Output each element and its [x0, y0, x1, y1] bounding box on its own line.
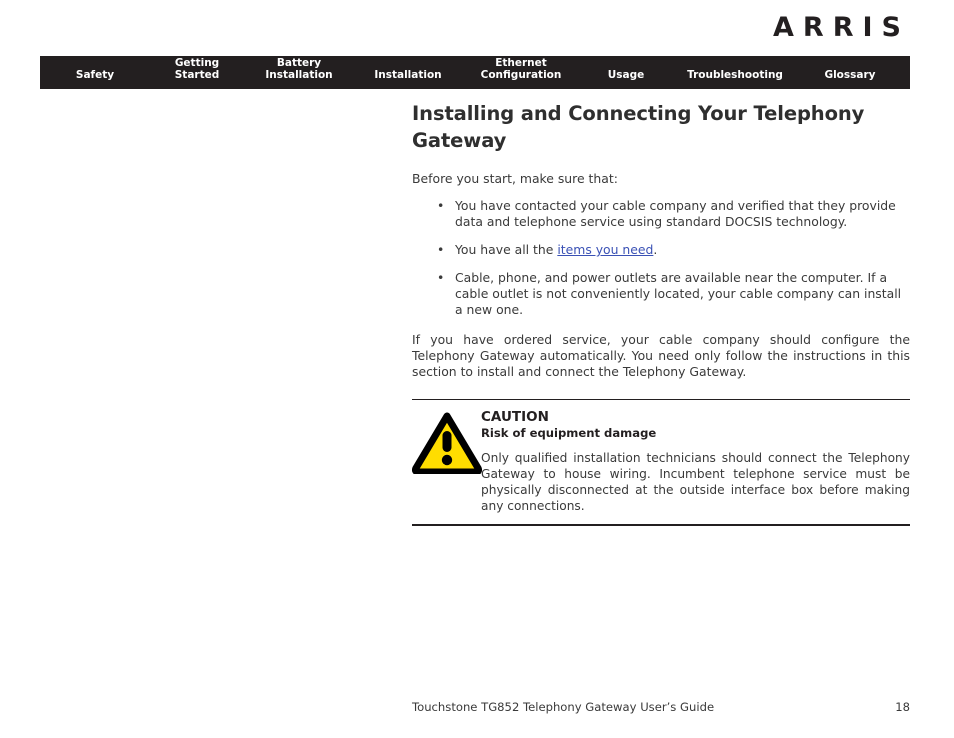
footer-document-title: Touchstone TG852 Telephony Gateway User’… [412, 700, 715, 714]
page-footer: Touchstone TG852 Telephony Gateway User’… [412, 700, 910, 714]
main-content: Installing and Connecting Your Telephony… [411, 100, 910, 526]
items-you-need-link[interactable]: items you need [557, 242, 653, 257]
caution-text: Only qualified installation technicians … [481, 451, 910, 513]
nav-item-installation[interactable]: Installation [354, 69, 462, 90]
list-item-text-after: . [653, 242, 658, 257]
list-item: • You have all the items you need. [412, 242, 910, 258]
nav-item-troubleshooting[interactable]: Troubleshooting [672, 69, 798, 90]
body-paragraph: If you have ordered service, your cable … [412, 332, 910, 379]
nav-item-safety[interactable]: Safety [40, 69, 150, 90]
bullet-glyph: • [437, 242, 445, 257]
page-header: ARRIS [0, 0, 954, 52]
nav-item-getting-started[interactable]: Getting Started [150, 57, 244, 89]
intro-text: Before you start, make sure that: [412, 171, 618, 186]
list-item: • Cable, phone, and power outlets are av… [412, 270, 910, 318]
bullet-glyph: • [437, 270, 445, 285]
warning-triangle-icon [411, 412, 483, 476]
chapter-navigation-bar: Safety Getting Started Battery Installat… [40, 56, 910, 89]
list-item-text: Cable, phone, and power outlets are avai… [455, 270, 902, 317]
list-item-text-before: You have all the [455, 242, 558, 257]
caution-subtitle: Risk of equipment damage [481, 426, 657, 440]
nav-item-battery-installation[interactable]: Battery Installation [244, 57, 354, 89]
caution-title: CAUTION [481, 409, 549, 425]
nav-item-ethernet-configuration[interactable]: Ethernet Configuration [462, 57, 580, 89]
list-item: • You have contacted your cable company … [412, 198, 910, 230]
footer-page-number: 18 [895, 700, 910, 714]
page-title: Installing and Connecting Your Telephony… [412, 102, 865, 152]
caution-block: CAUTION Risk of equipment damage Only qu… [411, 399, 910, 526]
arris-logo: ARRIS [773, 12, 910, 43]
caution-body: CAUTION Risk of equipment damage Only qu… [481, 409, 910, 514]
nav-item-usage[interactable]: Usage [580, 69, 672, 90]
bullet-glyph: • [437, 198, 445, 213]
list-item-text: You have contacted your cable company an… [455, 198, 896, 229]
prerequisite-list: • You have contacted your cable company … [412, 198, 910, 318]
nav-item-glossary[interactable]: Glossary [798, 69, 902, 90]
